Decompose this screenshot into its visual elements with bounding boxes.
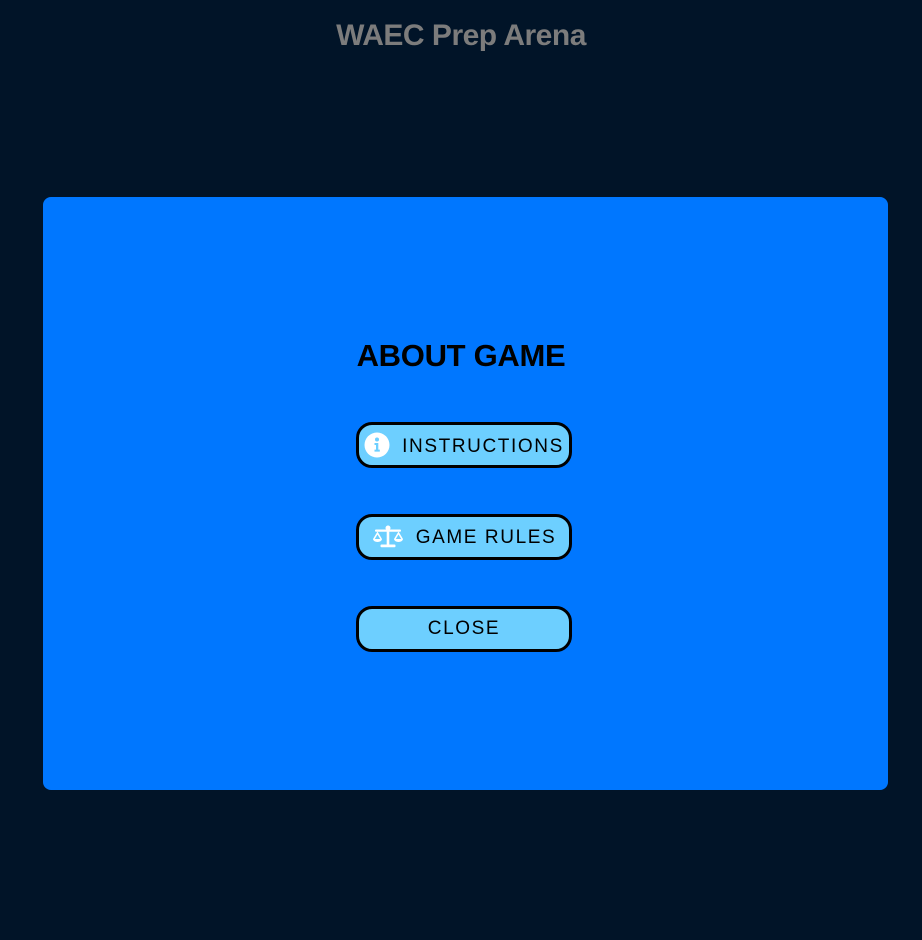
game-rules-button[interactable]: GAME RULES <box>356 514 572 560</box>
instructions-label: INSTRUCTIONS <box>402 436 564 457</box>
about-game-modal <box>43 197 888 790</box>
game-rules-label: GAME RULES <box>415 527 557 548</box>
info-circle-icon <box>364 432 390 458</box>
instructions-button[interactable]: INSTRUCTIONS <box>356 422 572 468</box>
close-button[interactable]: CLOSE <box>356 606 572 652</box>
close-label: CLOSE <box>427 618 501 639</box>
modal-title: ABOUT GAME <box>356 338 566 373</box>
app-title: WAEC Prep Arena <box>336 19 586 52</box>
scales-icon <box>372 524 404 550</box>
